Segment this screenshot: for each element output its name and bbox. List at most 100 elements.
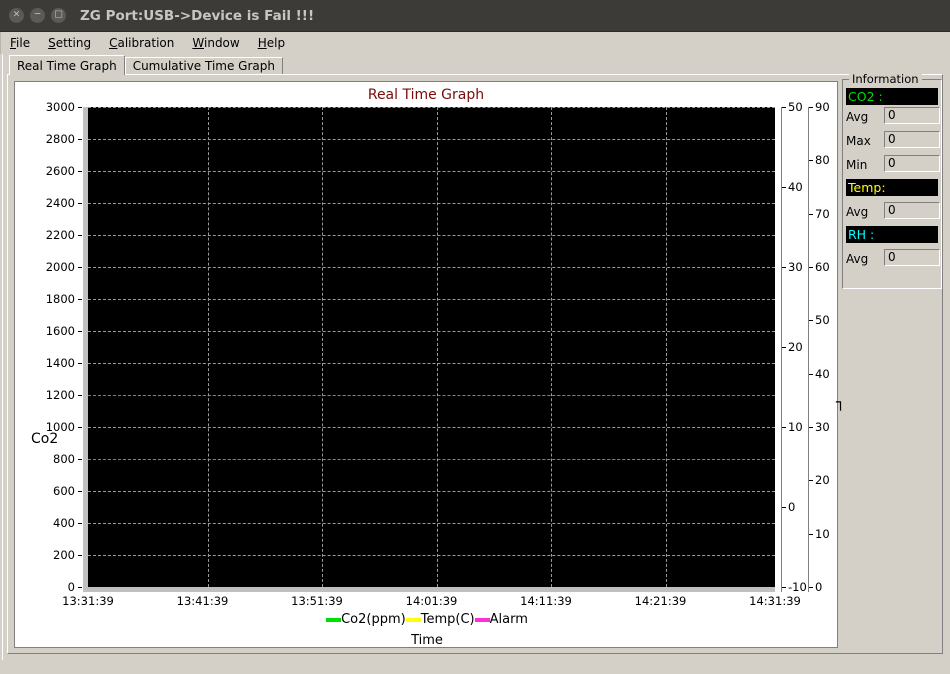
- y-tick-mark: [78, 459, 82, 460]
- close-icon[interactable]: ×: [9, 8, 24, 23]
- co2-avg-value[interactable]: 0: [884, 107, 940, 124]
- right-axis-tick-mark: [809, 480, 813, 482]
- gridline-vertical: [665, 107, 667, 587]
- tab-real-time-graph[interactable]: Real Time Graph: [9, 55, 125, 75]
- right-axis-tick-mark: [782, 427, 786, 428]
- right-axis-tick-mark: [782, 107, 786, 108]
- y-tick-label: 200: [53, 548, 75, 562]
- right-axis-tick-label: 20: [788, 340, 803, 354]
- menu-setting-mnemonic: S: [48, 36, 56, 50]
- y-tick-mark: [78, 235, 82, 236]
- co2-max-value[interactable]: 0: [884, 131, 940, 148]
- chart-title: Real Time Graph: [367, 87, 485, 103]
- y-tick-mark: [78, 395, 82, 396]
- right-axis-tick-label: 0: [815, 580, 823, 594]
- co2-min-value[interactable]: 0: [884, 155, 940, 172]
- title-bar: × − □ ZG Port:USB->Device is Fail !!!: [0, 0, 950, 32]
- co2-header: CO2 :: [846, 88, 938, 105]
- y-tick-mark: [78, 171, 82, 172]
- menu-calibration-rest: alibration: [117, 36, 175, 50]
- menu-window[interactable]: Window: [183, 34, 248, 52]
- right-axis-tick-label: -10: [788, 580, 807, 594]
- minimize-glyph: −: [33, 9, 42, 20]
- y-tick-label: 400: [53, 516, 75, 530]
- co2-header-label: CO2 :: [848, 89, 883, 104]
- alarm-line: [88, 459, 775, 460]
- tab-cumulative-time-graph[interactable]: Cumulative Time Graph: [124, 57, 283, 75]
- maximize-icon[interactable]: □: [51, 8, 66, 23]
- y-tick-mark: [78, 523, 82, 524]
- menu-help-mnemonic: H: [257, 36, 267, 50]
- right-axis-tick-label: 0: [788, 500, 796, 514]
- y-tick-label: 600: [53, 484, 75, 498]
- alarm-line: [88, 395, 775, 396]
- right-axis-tick-mark: [809, 427, 813, 428]
- gridline-vertical: [322, 107, 323, 587]
- plot-grid: [88, 107, 775, 587]
- minimize-icon[interactable]: −: [30, 8, 45, 23]
- y-tick-mark: [78, 491, 82, 492]
- y-tick-mark: [78, 331, 82, 332]
- gridline-horizontal: [88, 171, 775, 172]
- temp-avg-row: Avg 0: [846, 202, 940, 223]
- right-axis-tick-mark: [809, 267, 813, 268]
- y-tick-label: 3000: [45, 100, 75, 114]
- rh-avg-row: Avg 0: [846, 249, 940, 270]
- information-panel-title: Information: [849, 72, 922, 86]
- temp-axis: 50 40 30 20 10 0 -10: [781, 100, 807, 594]
- gridline-vertical: [207, 107, 209, 587]
- temp-avg-label: Avg: [846, 205, 869, 219]
- legend-swatch-alarm-icon: [474, 617, 490, 622]
- x-tick-label: 14:11:39: [520, 594, 572, 608]
- menu-help[interactable]: Help: [249, 34, 294, 52]
- y-tick-mark: [78, 427, 82, 428]
- tab-cumulative-time-graph-label: Cumulative Time Graph: [132, 59, 275, 73]
- gridline-horizontal: [88, 107, 775, 108]
- gridline-vertical: [551, 107, 552, 587]
- menu-calibration[interactable]: Calibration: [100, 34, 183, 52]
- rh-header-label: RH :: [848, 227, 875, 242]
- x-tick-label: 14:21:39: [634, 594, 687, 608]
- rh-header: RH :: [846, 226, 938, 243]
- gridline-horizontal: [88, 523, 775, 524]
- right-axis-tick-label: 40: [815, 366, 830, 381]
- right-axis-tick-mark: [809, 320, 813, 322]
- maximize-glyph: □: [54, 9, 63, 20]
- rh-avg-value[interactable]: 0: [884, 249, 940, 266]
- gridline-horizontal: [88, 427, 775, 428]
- right-axis-tick-mark: [809, 373, 813, 375]
- temp-avg-value[interactable]: 0: [884, 202, 940, 219]
- legend-item-temp: Temp(C): [405, 612, 475, 627]
- y-tick-label: 1800: [45, 292, 75, 306]
- y-tick-mark: [78, 363, 82, 364]
- y-tick-mark: [78, 267, 82, 268]
- y-tick-label: 2600: [45, 164, 75, 178]
- y-tick-label: 1000: [45, 420, 75, 434]
- chart-legend: Co2(ppm) Temp(C) Alarm: [15, 612, 839, 627]
- window-title: ZG Port:USB->Device is Fail !!!: [80, 7, 315, 24]
- right-axis-tick-mark: [782, 267, 786, 268]
- menu-setting[interactable]: Setting: [39, 34, 100, 52]
- tab-panel: Real Time Graph Co2 3000 2800 2600 2400 2200…: [7, 72, 943, 654]
- co2-avg-label: Avg: [846, 110, 869, 124]
- right-axis-tick-mark: [782, 587, 786, 588]
- menu-bar: File Setting Calibration Window Help: [0, 32, 950, 54]
- information-panel: Information CO2 : Avg 0 Max 0 Min 0 Temp…: [842, 72, 942, 289]
- right-axis-tick-mark: [782, 347, 786, 348]
- window-controls: × − □: [9, 8, 66, 23]
- tab-strip: Real Time Graph Cumulative Time Graph: [9, 55, 283, 75]
- right-axis-tick-label: 30: [815, 420, 830, 434]
- co2-avg-row: Avg 0: [846, 107, 940, 128]
- right-axis-tick-label: 40: [788, 180, 803, 194]
- legend-label-co2: Co2(ppm): [341, 612, 406, 627]
- legend-label-temp: Temp(C): [420, 612, 475, 627]
- right-axis-tick-mark: [809, 587, 813, 588]
- co2-max-row: Max 0: [846, 131, 940, 152]
- right-axis-tick-mark: [782, 187, 786, 188]
- right-axis-tick-label: 50: [788, 100, 803, 114]
- gridline-vertical: [436, 107, 438, 587]
- menu-file[interactable]: File: [1, 34, 39, 52]
- co2-min-label: Min: [846, 158, 868, 172]
- y-tick-label: 1600: [45, 324, 75, 338]
- menu-window-mnemonic: W: [192, 36, 204, 50]
